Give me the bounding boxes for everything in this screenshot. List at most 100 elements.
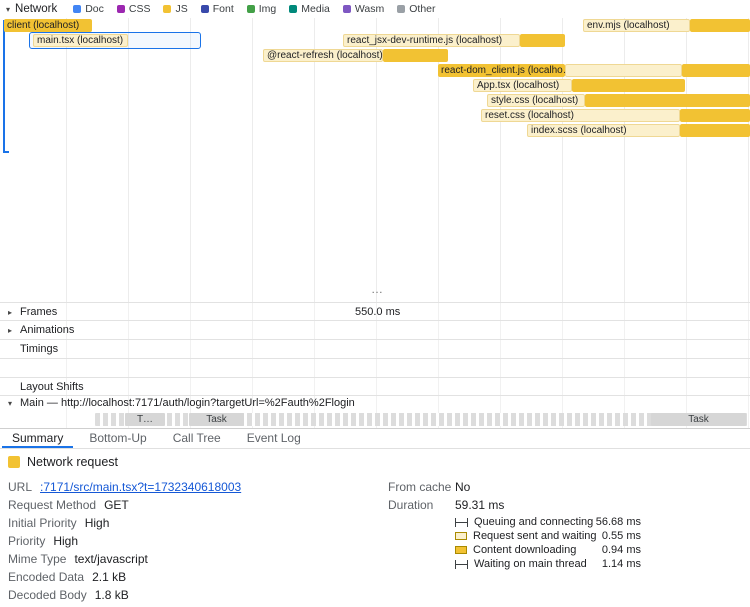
request-bar-react-dom-client[interactable]: react-dom_client.js (localho… xyxy=(438,64,573,77)
breakdown-value-request-sent: 0.55 ms xyxy=(601,530,641,542)
main-track-label: Main — http://localhost:7171/auth/login?… xyxy=(20,397,355,409)
field-value-priority: High xyxy=(53,534,79,548)
request-label: client (localhost) xyxy=(7,20,80,31)
frames-expand-icon[interactable]: ▸ xyxy=(8,303,12,322)
field-value-decoded-body: 1.8 kB xyxy=(94,588,129,602)
network-waterfall[interactable]: client (localhost) env.mjs (localhost) m… xyxy=(0,18,750,302)
url-link[interactable]: :7171/src/main.tsx?t=1732340618003 xyxy=(40,480,241,494)
task-label: T… xyxy=(136,414,154,425)
field-value-mime-type: text/javascript xyxy=(74,552,148,566)
field-row-url: URL :7171/src/main.tsx?t=1732340618003 xyxy=(8,478,241,496)
request-bar-env-mjs-download[interactable] xyxy=(690,19,750,32)
main-thread-whisker-icon xyxy=(455,559,468,569)
layout-shifts-track-label: Layout Shifts xyxy=(20,381,84,393)
field-value-encoded-data: 2.1 kB xyxy=(92,570,127,584)
tracks-area: ▸ Frames 550.0 ms ▸ Animations Timings L… xyxy=(0,302,750,428)
tab-summary[interactable]: Summary xyxy=(2,429,74,448)
request-bar-style-css-download[interactable] xyxy=(585,94,750,107)
network-request-swatch-icon xyxy=(8,456,20,468)
main-collapse-icon[interactable]: ▾ xyxy=(8,396,12,411)
doc-swatch-icon xyxy=(73,5,82,13)
request-bar-env-mjs[interactable]: env.mjs (localhost) xyxy=(583,19,690,32)
field-row-request-method: Request Method GET xyxy=(8,496,241,514)
request-label: @react-refresh (localhost) xyxy=(267,50,383,61)
field-label-encoded-data: Encoded Data xyxy=(8,570,85,584)
summary-title-text: Network request xyxy=(27,455,119,469)
request-bar-react-dom-client-waiting[interactable] xyxy=(565,64,682,77)
request-bar-index-scss[interactable]: index.scss (localhost) xyxy=(527,124,680,137)
animations-track[interactable]: ▸ Animations xyxy=(0,321,750,340)
animations-track-label: Animations xyxy=(20,324,75,336)
summary-fields-right: From cache No Duration 59.31 ms Queuing … xyxy=(388,478,650,571)
request-bar-client[interactable]: client (localhost) xyxy=(4,19,92,32)
network-track-header: ▾ Network Doc CSS JS Font Img Media Wasm xyxy=(0,0,750,18)
breakdown-row-queuing: Queuing and connecting 56.68 ms xyxy=(455,515,641,529)
request-bar-app-tsx-download[interactable] xyxy=(572,79,685,92)
network-collapse-icon[interactable]: ▾ xyxy=(6,5,10,14)
task-label: Task xyxy=(688,414,709,425)
frames-track[interactable]: ▸ Frames 550.0 ms xyxy=(0,302,750,321)
legend-item-wasm: Wasm xyxy=(342,3,385,15)
request-label: env.mjs (localhost) xyxy=(587,20,670,31)
font-swatch-icon xyxy=(200,5,209,13)
request-bar-reset-css[interactable]: reset.css (localhost) xyxy=(481,109,680,122)
request-label: main.tsx (localhost) xyxy=(37,35,124,46)
wasm-swatch-icon xyxy=(342,5,351,13)
request-label: react_jsx-dev-runtime.js (localhost) xyxy=(347,35,503,46)
js-swatch-icon xyxy=(163,5,172,13)
field-value-request-method: GET xyxy=(104,498,129,512)
request-bar-app-tsx[interactable]: App.tsx (localhost) xyxy=(473,79,572,92)
field-label-initial-priority: Initial Priority xyxy=(8,516,77,530)
field-value-from-cache: No xyxy=(455,480,471,494)
performance-panel: ▾ Network Doc CSS JS Font Img Media Wasm xyxy=(0,0,750,607)
task-bar[interactable]: T… xyxy=(125,413,165,426)
timings-track[interactable]: Timings xyxy=(0,340,750,359)
main-thread-activity[interactable]: T… Task Task xyxy=(0,411,750,428)
request-label: style.css (localhost) xyxy=(491,95,579,106)
request-bar-style-css[interactable]: style.css (localhost) xyxy=(487,94,585,107)
request-bar-main-tsx[interactable]: main.tsx (localhost) xyxy=(33,34,128,47)
request-bar-react-jsx-dev-runtime[interactable]: react_jsx-dev-runtime.js (localhost) xyxy=(343,34,520,47)
tab-event-log[interactable]: Event Log xyxy=(237,429,311,448)
request-bar-index-scss-download[interactable] xyxy=(680,124,750,137)
layout-shifts-track[interactable]: Layout Shifts xyxy=(0,377,750,396)
timings-track-label: Timings xyxy=(20,343,59,355)
request-bar-react-refresh[interactable]: @react-refresh (localhost) xyxy=(263,49,383,62)
request-bar-react-refresh-download[interactable] xyxy=(383,49,448,62)
animations-expand-icon[interactable]: ▸ xyxy=(8,321,12,340)
legend-label-font: Font xyxy=(212,3,234,15)
request-bar-reset-css-download[interactable] xyxy=(680,109,750,122)
field-label-from-cache: From cache xyxy=(388,480,452,494)
summary-panel: Network request URL :7171/src/main.tsx?t… xyxy=(0,450,750,607)
legend-label-js: JS xyxy=(175,3,188,15)
field-label-request-method: Request Method xyxy=(8,498,97,512)
tab-call-tree[interactable]: Call Tree xyxy=(163,429,231,448)
legend-label-wasm: Wasm xyxy=(354,3,385,15)
css-swatch-icon xyxy=(116,5,125,13)
field-row-encoded-data: Encoded Data 2.1 kB xyxy=(8,568,241,586)
task-bar[interactable]: Task xyxy=(189,413,244,426)
legend-item-js: JS xyxy=(163,3,188,15)
field-row-priority: Priority High xyxy=(8,532,241,550)
request-bar-react-jsx-dev-runtime-download[interactable] xyxy=(520,34,565,47)
field-row-duration: Duration 59.31 ms xyxy=(388,496,650,514)
field-row-decoded-body: Decoded Body 1.8 kB xyxy=(8,586,241,604)
tab-bottom-up[interactable]: Bottom-Up xyxy=(79,429,156,448)
breakdown-label-queuing: Queuing and connecting xyxy=(474,516,594,528)
legend-item-doc: Doc xyxy=(73,3,104,15)
other-swatch-icon xyxy=(397,5,406,13)
task-bar[interactable]: Task xyxy=(651,413,746,426)
main-track-header[interactable]: ▾ Main — http://localhost:7171/auth/logi… xyxy=(0,396,750,411)
tab-bottom-up-label: Bottom-Up xyxy=(89,430,147,445)
tab-summary-label: Summary xyxy=(12,430,64,445)
tab-event-log-label: Event Log xyxy=(246,430,301,445)
breakdown-value-downloading: 0.94 ms xyxy=(601,544,641,556)
legend-item-css: CSS xyxy=(116,3,150,15)
breakdown-label-downloading: Content downloading xyxy=(473,544,577,556)
request-bar-react-dom-client-download[interactable] xyxy=(682,64,750,77)
breakdown-row-main-thread: Waiting on main thread 1.14 ms xyxy=(455,557,641,571)
legend-item-font: Font xyxy=(200,3,234,15)
queuing-whisker-icon xyxy=(455,517,468,527)
breakdown-label-main-thread: Waiting on main thread xyxy=(474,558,587,570)
media-swatch-icon xyxy=(289,5,298,13)
